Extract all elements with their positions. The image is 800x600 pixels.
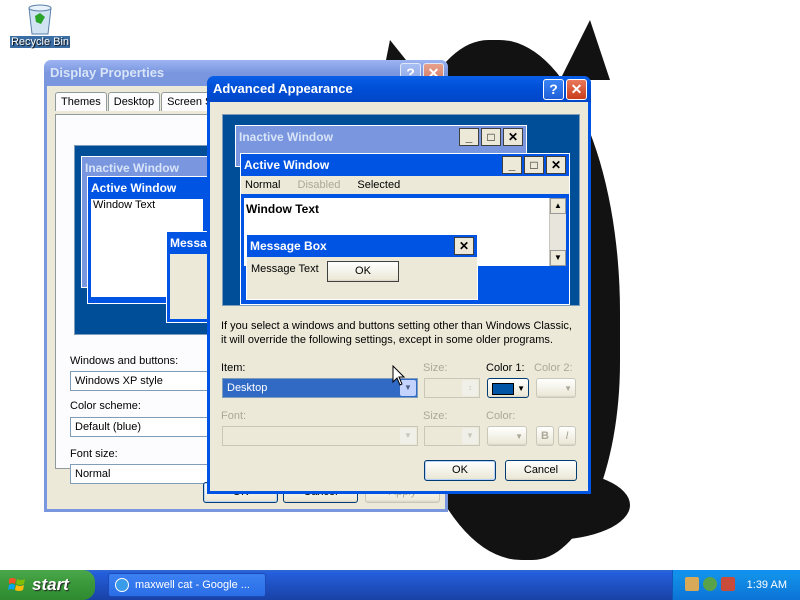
scroll-up-icon: ▲	[550, 198, 566, 214]
tab-strip: Themes Desktop Screen S	[55, 92, 219, 111]
menu-selected: Selected	[357, 179, 401, 191]
color-scheme-label: Color scheme:	[70, 400, 141, 412]
window-title: Advanced Appearance	[213, 81, 353, 96]
taskbar-item-browser[interactable]: maxwell cat - Google ...	[108, 573, 266, 597]
size-label: Size:	[423, 362, 448, 374]
advanced-appearance-window: Advanced Appearance ? ✕ Inactive Window …	[207, 76, 591, 494]
windows-buttons-label: Windows and buttons:	[70, 355, 179, 367]
close-icon: ✕	[503, 128, 523, 146]
item-label: Item:	[221, 362, 246, 374]
chevron-down-icon: ▼	[515, 432, 523, 441]
chevron-down-icon: ▼	[462, 428, 478, 444]
windows-logo-icon	[8, 578, 25, 591]
preview-message-body: Message Text OK	[247, 257, 477, 299]
start-label: start	[32, 575, 69, 594]
ok-button[interactable]: OK	[424, 460, 496, 481]
scroll-down-icon: ▼	[550, 250, 566, 266]
chevron-down-icon: ▼	[564, 384, 572, 393]
color-scheme-select[interactable]: Default (blue)	[70, 417, 220, 437]
close-button[interactable]: ✕	[566, 79, 587, 100]
windows-buttons-select[interactable]: Windows XP style	[70, 371, 220, 391]
font-size-label: Size:	[423, 410, 448, 422]
preview-message-titlebar: Message Box ✕	[247, 235, 477, 257]
help-button[interactable]: ?	[543, 79, 564, 100]
chevron-down-icon: ▼	[517, 384, 525, 393]
color2-picker[interactable]: ▼	[536, 378, 576, 398]
font-color-label: Color:	[486, 410, 516, 422]
taskbar: start maxwell cat - Google ... 1:39 AM	[0, 570, 800, 600]
maximize-icon: □	[481, 128, 501, 146]
close-icon: ✕	[546, 156, 566, 174]
preview-window-text: Window Text	[93, 199, 156, 211]
preview-scrollbar: ▲ ▼	[549, 198, 566, 266]
network-icon[interactable]	[685, 577, 699, 591]
recycle-bin-shortcut[interactable]: Recycle Bin	[8, 2, 72, 48]
system-tray: 1:39 AM	[672, 570, 800, 600]
preview-message-ok: OK	[327, 261, 399, 282]
preview-message-box: Message Box ✕ Message Text OK	[246, 234, 478, 300]
menu-normal: Normal	[245, 179, 281, 191]
preview-menu-bar: Normal Disabled Selected	[241, 176, 569, 194]
tab-themes[interactable]: Themes	[55, 92, 107, 111]
font-size-label: Font size:	[70, 448, 118, 460]
tab-desktop[interactable]: Desktop	[107, 92, 161, 111]
close-icon: ✕	[454, 237, 474, 255]
menu-disabled: Disabled	[297, 179, 341, 191]
start-button[interactable]: start	[0, 570, 95, 600]
advanced-appearance-client: Inactive Window _ □ ✕ Active Window _ □ …	[210, 102, 588, 491]
preview-message-text: Message Text	[251, 263, 319, 275]
color1-swatch	[492, 383, 514, 395]
minimize-icon: _	[502, 156, 522, 174]
preview-window-text: Window Text	[246, 202, 319, 216]
font-label: Font:	[221, 410, 247, 422]
preview-inactive-title: Inactive Window _ □ ✕	[236, 126, 526, 148]
italic-button[interactable]: I	[558, 426, 576, 446]
clock[interactable]: 1:39 AM	[747, 570, 787, 600]
appearance-preview: Inactive Window _ □ ✕ Active Window _ □ …	[222, 114, 580, 306]
color2-label: Color 2:	[534, 362, 573, 374]
color1-picker[interactable]: ▼	[487, 378, 529, 398]
advanced-appearance-titlebar[interactable]: Advanced Appearance ? ✕	[207, 76, 591, 102]
window-title: Display Properties	[50, 65, 165, 80]
item-select[interactable]: Desktop ▼	[222, 378, 418, 398]
recycle-bin-label: Recycle Bin	[9, 36, 71, 48]
size-spinner[interactable]: ↕	[424, 378, 480, 398]
minimize-icon: _	[459, 128, 479, 146]
bold-button[interactable]: B	[536, 426, 554, 446]
preview-active-window: Active Window _ □ ✕ Normal Disabled Sele…	[240, 153, 570, 305]
security-icon[interactable]	[703, 577, 717, 591]
cat-ear-right	[560, 20, 610, 80]
font-color-picker[interactable]: ▼	[487, 426, 527, 446]
font-select[interactable]: ▼	[222, 426, 418, 446]
font-size-select[interactable]: Normal	[70, 464, 220, 484]
taskbar-item-label: maxwell cat - Google ...	[135, 579, 250, 591]
info-text: If you select a windows and buttons sett…	[221, 320, 572, 346]
font-size-select[interactable]: ▼	[424, 426, 480, 446]
volume-icon[interactable]	[721, 577, 735, 591]
color1-label: Color 1:	[486, 362, 525, 374]
cancel-button[interactable]: Cancel	[505, 460, 577, 481]
maximize-icon: □	[524, 156, 544, 174]
spinner-icon: ↕	[462, 380, 478, 396]
browser-icon	[115, 578, 129, 592]
recycle-bin-icon	[25, 2, 55, 36]
mouse-cursor-icon	[392, 364, 406, 390]
chevron-down-icon: ▼	[400, 428, 416, 444]
preview-active-title: Active Window _ □ ✕	[241, 154, 569, 176]
